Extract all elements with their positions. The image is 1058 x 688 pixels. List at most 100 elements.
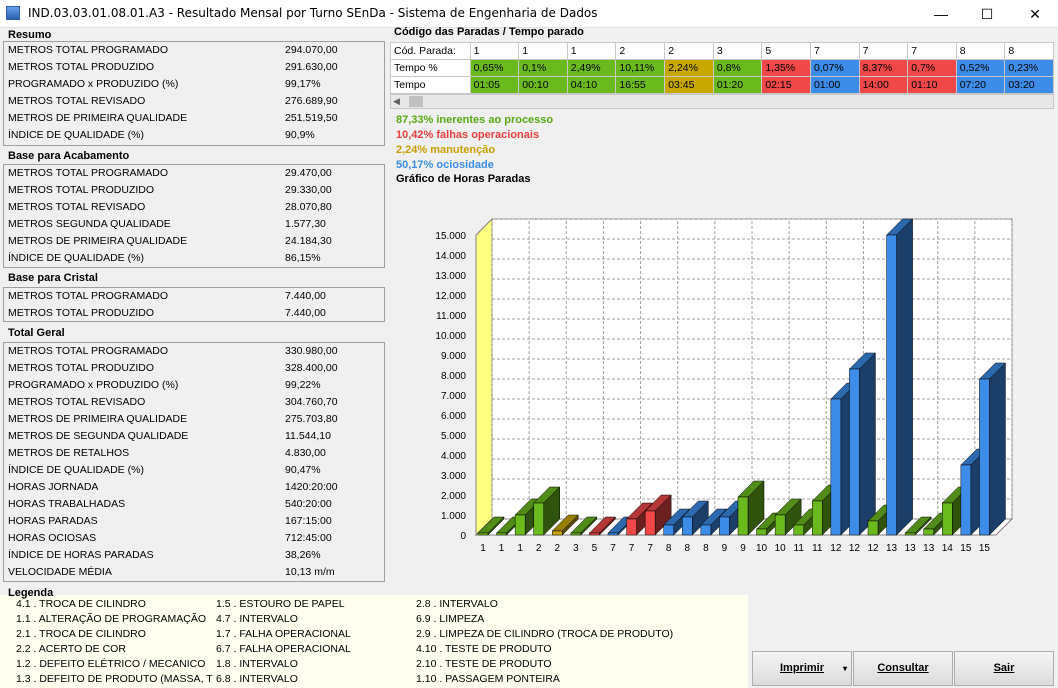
x-tick-label: 8	[666, 543, 672, 554]
paradas-cell[interactable]: 10,11%	[615, 59, 666, 77]
bar	[923, 528, 934, 536]
total-panel: METROS TOTAL PROGRAMADO 330.980,00 METROS …	[3, 342, 385, 582]
paradas-cell[interactable]: 8	[1004, 42, 1054, 60]
metric-row: ÍNDICE DE QUALIDADE (%) 90,47%	[4, 462, 384, 479]
bar-side	[989, 362, 1006, 536]
paradas-cell[interactable]: 3	[712, 42, 763, 60]
metric-row: METROS TOTAL REVISADO 276.689,90	[4, 93, 384, 110]
metric-value: 276.689,90	[285, 95, 338, 107]
x-tick-label: 12	[830, 543, 842, 554]
legend-item: 2.8 . INTERVALO	[416, 598, 498, 610]
paradas-cell[interactable]: 7	[809, 42, 860, 60]
metric-label: HORAS OCIOSAS	[8, 532, 97, 544]
metric-label: METROS DE PRIMEIRA QUALIDADE	[8, 235, 188, 247]
window-title: IND.03.03.01.08.01.A3 - Resultado Mensal…	[28, 6, 598, 20]
x-tick-label: 9	[740, 543, 746, 554]
paradas-cell[interactable]: 5	[761, 42, 811, 60]
legend-item: 4.1 . TROCA DE CILINDRO	[16, 598, 146, 610]
y-tick-label: 14.000	[435, 251, 466, 262]
paradas-cell[interactable]: 0,1%	[518, 59, 568, 77]
bar	[867, 520, 879, 536]
paradas-cell[interactable]: 7	[907, 42, 957, 60]
paradas-cell[interactable]: 04:10	[566, 76, 617, 94]
metric-row: ÍNDICE DE HORAS PARADAS 38,26%	[4, 547, 384, 564]
paradas-cell[interactable]: 1	[469, 42, 520, 60]
acabamento-panel: METROS TOTAL PROGRAMADO 29.470,00 METROS T…	[3, 164, 385, 268]
bar	[644, 510, 656, 536]
paradas-cell[interactable]: 01:05	[469, 76, 520, 94]
close-button[interactable]: ✕	[1012, 0, 1058, 28]
paradas-cell[interactable]: 0,52%	[955, 59, 1006, 77]
paradas-cell[interactable]: 1,35%	[761, 59, 811, 77]
y-tick-label: 10.000	[435, 331, 466, 342]
y-tick-label: 7.000	[441, 391, 466, 402]
paradas-cell[interactable]: 00:10	[518, 76, 568, 94]
imprimir-button[interactable]: Imprimir ▾	[752, 651, 852, 686]
dropdown-arrow-icon[interactable]: ▾	[843, 652, 847, 685]
paradas-cell[interactable]: 14:00	[858, 76, 909, 94]
bar	[942, 502, 953, 536]
paradas-cell[interactable]: 7	[858, 42, 909, 60]
paradas-cell[interactable]: 01:20	[712, 76, 763, 94]
paradas-cell[interactable]: 0,07%	[809, 59, 860, 77]
metric-row: ÍNDICE DE QUALIDADE (%) 86,15%	[4, 250, 384, 267]
metric-value: 7.440,00	[285, 290, 326, 302]
paradas-cell[interactable]: 07:20	[955, 76, 1006, 94]
paradas-cell[interactable]: 01:00	[809, 76, 860, 94]
metric-value: 1.577,30	[285, 218, 326, 230]
bar	[979, 378, 990, 536]
consultar-button[interactable]: Consultar	[853, 651, 953, 686]
paradas-cell[interactable]: 01:10	[907, 76, 957, 94]
y-tick-label: 1.000	[441, 511, 466, 522]
paradas-grid[interactable]: Cód. Parada: 1 1 1 2 2 3 5 7 7 7 8 8 Tempo % 0,65% 0,1%…	[390, 42, 1054, 94]
x-tick-label: 15	[960, 543, 972, 554]
bar	[849, 368, 860, 536]
metric-row: METROS TOTAL PRODUZIDO 29.330,00	[4, 182, 384, 199]
paradas-cell[interactable]: 8	[955, 42, 1006, 60]
scroll-left-icon[interactable]: ◀	[393, 96, 407, 107]
metric-value: 29.470,00	[285, 167, 332, 179]
paradas-cell[interactable]: 2	[615, 42, 666, 60]
y-tick-label: 12.000	[435, 291, 466, 302]
metric-label: HORAS TRABALHADAS	[8, 498, 126, 510]
paradas-cell[interactable]: 1	[518, 42, 568, 60]
x-tick-label: 1	[517, 543, 523, 554]
metric-label: METROS TOTAL PRODUZIDO	[8, 61, 155, 73]
x-tick-label: 3	[573, 543, 579, 554]
paradas-cell[interactable]: 0,8%	[712, 59, 763, 77]
sair-button[interactable]: Sair	[954, 651, 1054, 686]
paradas-cell[interactable]: 03:20	[1004, 76, 1054, 94]
paradas-cell[interactable]: 2,24%	[664, 59, 714, 77]
metric-label: VELOCIDADE MÉDIA	[8, 566, 112, 578]
metric-row: METROS TOTAL PROGRAMADO 29.470,00	[4, 165, 384, 182]
horizontal-scrollbar[interactable]: ◀	[390, 94, 1054, 109]
paradas-cell[interactable]: 02:15	[761, 76, 811, 94]
scroll-thumb[interactable]	[409, 96, 423, 107]
paradas-cell[interactable]: 0,7%	[907, 59, 957, 77]
paradas-cell[interactable]: 0,65%	[469, 59, 520, 77]
bar	[812, 500, 823, 536]
metric-row: METROS DE PRIMEIRA QUALIDADE 251.519,50	[4, 110, 384, 127]
paradas-cell[interactable]: 8,37%	[858, 59, 909, 77]
paradas-cell[interactable]: 16:55	[615, 76, 666, 94]
metric-label: METROS SEGUNDA QUALIDADE	[8, 218, 171, 230]
metric-value: 10,13 m/m	[285, 566, 335, 578]
paradas-row: Cód. Parada: 1 1 1 2 2 3 5 7 7 7 8 8	[390, 42, 1054, 60]
paradas-row-label: Cód. Parada:	[390, 42, 471, 60]
metric-value: 99,22%	[285, 379, 321, 391]
metric-value: 330.980,00	[285, 345, 338, 357]
minimize-button[interactable]: —	[918, 0, 964, 28]
x-tick-label: 13	[923, 543, 935, 554]
y-tick-label: 9.000	[441, 351, 466, 362]
paradas-cell[interactable]: 2,49%	[566, 59, 617, 77]
maximize-button[interactable]: ☐	[964, 0, 1010, 28]
paradas-cell[interactable]: 2	[664, 42, 714, 60]
paradas-cell[interactable]: 1	[566, 42, 617, 60]
x-tick-label: 10	[756, 543, 768, 554]
metric-value: 28.070,80	[285, 201, 332, 213]
x-tick-label: 13	[905, 543, 917, 554]
paradas-cell[interactable]: 0,23%	[1004, 59, 1054, 77]
paradas-cell[interactable]: 03:45	[664, 76, 714, 94]
bar-side	[896, 218, 913, 536]
legend-item: 4.10 . TESTE DE PRODUTO	[416, 643, 552, 655]
